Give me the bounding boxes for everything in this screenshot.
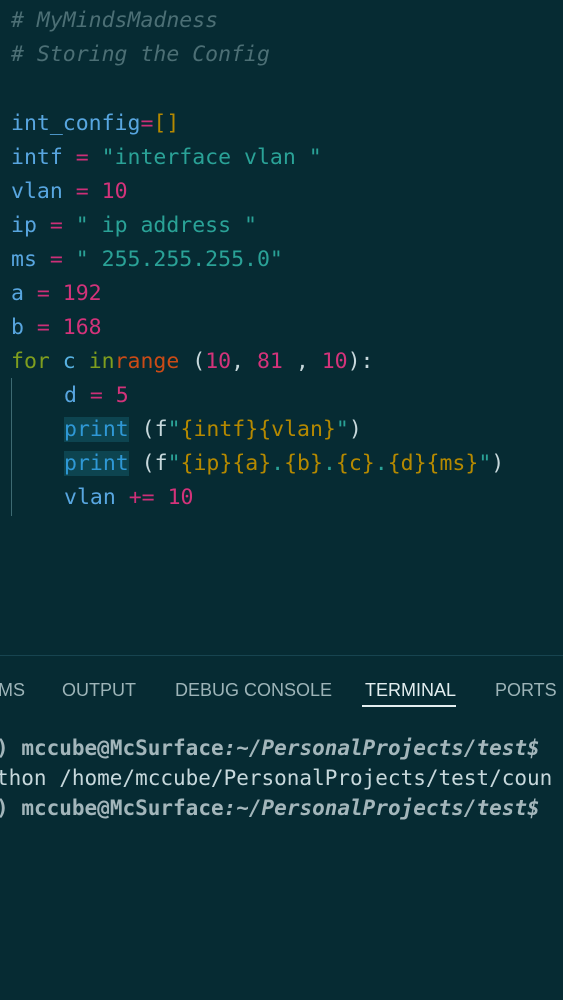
loop-variable: c [49, 349, 89, 374]
fstring-expression: {b} [284, 451, 323, 476]
keyword-in: in [88, 349, 115, 374]
fstring-expression: {a} [232, 451, 272, 476]
code-line-ip: ip = " ip address " [11, 209, 257, 243]
variable-name: a [11, 281, 24, 306]
code-line-a: a = 192 [11, 277, 102, 311]
string-quote: " [478, 451, 492, 476]
number-literal: 81 [256, 349, 283, 374]
code-line-b: b = 168 [11, 311, 102, 345]
operator: = [140, 111, 154, 136]
code-line-vlan: vlan = 10 [11, 175, 128, 209]
number-literal: 192 [62, 281, 102, 306]
paren-open: ( [128, 417, 155, 442]
paren-close: ): [347, 349, 374, 374]
paren-close: ) [348, 417, 362, 442]
number-literal: 10 [321, 349, 348, 374]
code-comment-line: # MyMindsMadness [11, 8, 219, 33]
active-tab-indicator [362, 705, 456, 707]
comma: , [282, 349, 322, 374]
function-print: print [64, 417, 129, 442]
string-quote: " [167, 451, 181, 476]
fstring-expression: {ms} [426, 451, 479, 476]
fstring-expression: {c} [335, 451, 375, 476]
fstring-prefix: f [154, 417, 168, 442]
variable-name: intf [11, 145, 63, 170]
function-print: print [64, 451, 129, 476]
operator: = [36, 213, 76, 238]
code-line-intf: intf = "interface vlan " [11, 141, 322, 175]
tab-output[interactable]: OUTPUT [62, 676, 136, 704]
string-text: . [374, 451, 388, 476]
string-quote: " [167, 417, 181, 442]
keyword-for: for [11, 349, 50, 374]
fstring-expression: {ip} [180, 451, 233, 476]
string-quote: " [335, 417, 349, 442]
function-range: range [114, 349, 180, 374]
prompt-marker: ) [0, 736, 9, 760]
terminal-prompt-line[interactable]: ) mccube@McSurface:~/PersonalProjects/te… [0, 793, 540, 823]
operator: = [62, 179, 102, 204]
tab-problems[interactable]: MS [0, 676, 25, 704]
tab-terminal[interactable]: TERMINAL [365, 676, 456, 704]
variable-name: b [11, 315, 24, 340]
variable-name: d [64, 383, 77, 408]
string-literal: " ip address " [75, 213, 257, 238]
operator: += [115, 485, 168, 510]
variable-name: vlan [11, 179, 63, 204]
string-literal: "interface vlan " [101, 145, 322, 170]
variable-name: int_config [11, 111, 141, 136]
prompt-path: :~/PersonalProjects/test$ [223, 796, 540, 820]
number-literal: 5 [115, 383, 129, 408]
fstring-expression: {vlan} [258, 417, 336, 442]
paren-open: ( [179, 349, 206, 374]
code-line-print-1: print (f"{intf}{vlan}") [64, 413, 362, 447]
fstring-prefix: f [154, 451, 168, 476]
number-literal: 10 [101, 179, 128, 204]
tab-debug-console[interactable]: DEBUG CONSOLE [175, 676, 332, 704]
code-line-int-config: int_config=[] [11, 107, 179, 141]
number-literal: 10 [167, 485, 194, 510]
operator: = [36, 247, 76, 272]
prompt-user-host: mccube@McSurface [21, 736, 224, 760]
bottom-panel: MS OUTPUT DEBUG CONSOLE TERMINAL PORTS [0, 655, 563, 1000]
operator: = [23, 315, 63, 340]
indent-guide [11, 378, 12, 516]
code-comment-line: # Storing the Config [11, 42, 270, 67]
variable-name: ip [11, 213, 37, 238]
list-literal: [] [153, 111, 180, 136]
number-literal: 10 [205, 349, 232, 374]
code-line-vlan-increment: vlan += 10 [64, 481, 193, 515]
code-line-d: d = 5 [64, 379, 129, 413]
code-editor[interactable]: # MyMindsMadness # Storing the Config in… [0, 0, 563, 655]
prompt-path: :~/PersonalProjects/test$ [223, 736, 540, 760]
fstring-expression: {d} [387, 451, 427, 476]
operator: = [76, 383, 116, 408]
prompt-user-host: mccube@McSurface [21, 796, 224, 820]
operator: = [62, 145, 102, 170]
code-line-print-2: print (f"{ip}{a}.{b}.{c}.{d}{ms}") [64, 447, 504, 481]
code-line-ms: ms = " 255.255.255.0" [11, 243, 283, 277]
string-text: . [322, 451, 336, 476]
code-line-for: for c inrange (10, 81 , 10): [11, 345, 374, 379]
paren-close: ) [491, 451, 505, 476]
paren-open: ( [128, 451, 155, 476]
string-text: . [271, 451, 285, 476]
variable-name: ms [11, 247, 37, 272]
string-literal: " 255.255.255.0" [75, 247, 283, 272]
fstring-expression: {intf} [180, 417, 259, 442]
prompt-marker: ) [0, 796, 9, 820]
terminal-prompt-line[interactable]: ) mccube@McSurface:~/PersonalProjects/te… [0, 733, 540, 763]
terminal-command-line[interactable]: thon /home/mccube/PersonalProjects/test/… [0, 763, 552, 793]
tab-ports[interactable]: PORTS [495, 676, 557, 704]
operator: = [23, 281, 63, 306]
comma: , [231, 349, 257, 374]
number-literal: 168 [62, 315, 102, 340]
variable-name: vlan [64, 485, 116, 510]
